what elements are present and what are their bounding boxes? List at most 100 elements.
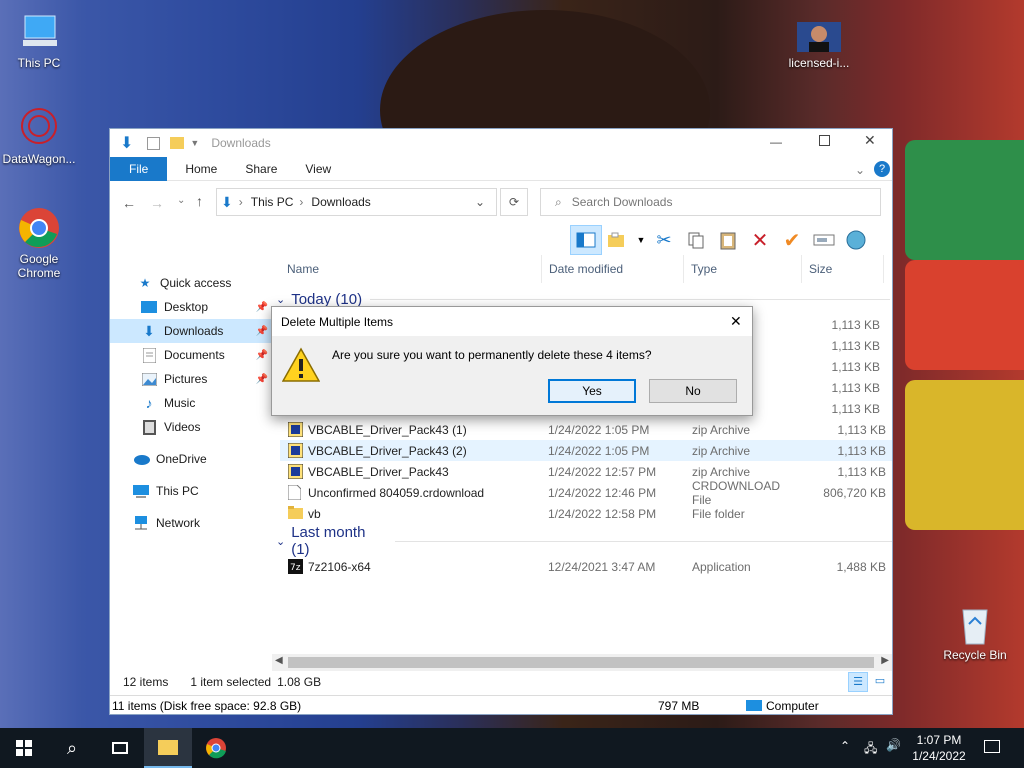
nav-label: Documents [164, 348, 225, 362]
new-item-dropdown-icon[interactable]: ▼ [634, 225, 648, 255]
network-tray-icon[interactable]: 🖧 [864, 739, 877, 760]
horizontal-scrollbar[interactable]: ◀ ▶ [272, 654, 892, 671]
zip-archive-icon [287, 421, 304, 438]
file-type: File folder [692, 506, 745, 521]
up-icon[interactable]: ↑ [196, 193, 203, 209]
back-icon[interactable]: ← [122, 195, 136, 211]
new-folder-icon[interactable] [170, 137, 185, 149]
pin-icon[interactable]: 📌 [256, 374, 268, 385]
breadcrumb-downloads[interactable]: Downloads [311, 195, 370, 209]
breadcrumb-separator: › [299, 195, 304, 209]
nav-label: This PC [156, 484, 199, 498]
nav-music[interactable]: ♪ Music [110, 391, 272, 415]
properties-icon[interactable] [147, 136, 161, 150]
yes-button[interactable]: Yes [548, 379, 636, 403]
preview-pane-icon[interactable] [570, 225, 602, 255]
refresh-button[interactable]: ⟳ [500, 188, 528, 216]
nav-pictures[interactable]: Pictures 📌 [110, 367, 272, 391]
taskbar-chrome[interactable] [192, 728, 240, 768]
scrollbar-thumb[interactable] [288, 657, 874, 668]
file-name: VBCABLE_Driver_Pack43 [308, 464, 449, 479]
desktop-icon-licensed-image[interactable]: licensed-i... [782, 20, 856, 70]
breadcrumb-this-pc[interactable]: This PC [251, 195, 294, 209]
nav-label: Music [164, 396, 196, 410]
details-bar: 11 items (Disk free space: 92.8 GB) 797 … [110, 695, 892, 715]
clock[interactable]: 1:07 PM 1/24/2022 [906, 732, 972, 764]
quick-access-download-icon[interactable]: ⬇ [120, 133, 133, 153]
notifications-icon[interactable] [984, 740, 1000, 753]
new-item-icon[interactable] [602, 225, 634, 255]
no-button[interactable]: No [649, 379, 737, 403]
ribbon-tabs: File Home Share View ⌄ ? [110, 156, 892, 181]
file-row[interactable]: VBCABLE_Driver_Pack43 (2) 1/24/2022 1:05… [280, 440, 892, 461]
desktop-icon-datawagon[interactable]: DataWagon... [2, 106, 76, 166]
tab-file[interactable]: File [110, 156, 168, 181]
column-name[interactable]: Name [280, 255, 542, 283]
pin-icon[interactable]: 📌 [256, 350, 268, 361]
nav-network[interactable]: Network [110, 511, 272, 535]
column-type[interactable]: Type [684, 255, 802, 283]
search-button[interactable]: ⌕ [48, 728, 96, 768]
music-icon: ♪ [145, 395, 153, 411]
column-size[interactable]: Size [802, 255, 884, 283]
cut-icon[interactable]: ✂ [648, 225, 680, 255]
tab-view[interactable]: View [291, 157, 345, 181]
file-row[interactable]: VBCABLE_Driver_Pack43 (1) 1/24/2022 1:05… [280, 419, 892, 440]
chevron-down-icon: ⌄ [276, 293, 286, 306]
paste-icon[interactable] [712, 225, 744, 255]
start-button[interactable] [0, 728, 48, 768]
taskbar-file-explorer[interactable] [144, 728, 192, 768]
desktop-icon-recycle-bin[interactable]: Recycle Bin [938, 602, 1012, 662]
rename-field-icon[interactable] [808, 225, 840, 255]
delete-icon[interactable]: ✕ [744, 225, 776, 255]
scroll-left-icon[interactable]: ◀ [275, 655, 283, 666]
expand-ribbon-icon[interactable]: ⌄ [855, 163, 865, 177]
download-folder-icon: ⬇ [221, 193, 233, 210]
file-row[interactable]: VBCABLE_Driver_Pack43 1/24/2022 12:57 PM… [280, 461, 892, 482]
nav-videos[interactable]: Videos [110, 415, 272, 439]
free-space: 797 MB [658, 699, 700, 713]
rename-check-icon[interactable]: ✔ [776, 225, 808, 255]
address-bar[interactable]: ⬇ › This PC › Downloads ⌄ [216, 188, 497, 216]
desktop-icon-chrome[interactable]: Google Chrome [2, 206, 76, 280]
nav-quick-access[interactable]: ★ Quick access [110, 271, 272, 295]
group-label: Last month (1) [291, 524, 366, 558]
nav-desktop[interactable]: Desktop 📌 [110, 295, 272, 319]
dialog-close-button[interactable]: ✕ [730, 313, 742, 330]
customize-dropdown-icon[interactable]: ▼ [190, 138, 199, 148]
file-row[interactable]: Unconfirmed 804059.crdownload 1/24/2022 … [280, 479, 892, 507]
group-last-month[interactable]: ⌄ Last month (1) [276, 524, 892, 558]
tab-home[interactable]: Home [171, 157, 231, 181]
copy-icon[interactable] [680, 225, 712, 255]
scroll-right-icon[interactable]: ▶ [881, 655, 889, 666]
desktop-icon-this-pc[interactable]: This PC [2, 10, 76, 70]
disk-info: 11 items (Disk free space: 92.8 GB) [112, 698, 302, 713]
task-view-button[interactable] [96, 728, 144, 768]
help-icon[interactable]: ? [874, 161, 890, 177]
file-date: 1/24/2022 12:46 PM [548, 485, 657, 500]
minimize-button[interactable]: — [770, 135, 782, 149]
globe-icon[interactable] [840, 225, 872, 255]
recent-locations-icon[interactable]: ⌄ [177, 195, 185, 206]
column-date-modified[interactable]: Date modified [542, 255, 684, 283]
volume-icon[interactable]: 🔊 [886, 738, 901, 752]
nav-downloads[interactable]: ⬇ Downloads 📌 [110, 319, 272, 343]
details-view-icon[interactable]: ☰ [848, 672, 868, 692]
maximize-button[interactable] [819, 135, 830, 146]
nav-onedrive[interactable]: OneDrive [110, 447, 272, 471]
tray-overflow-icon[interactable]: ⌃ [840, 739, 850, 753]
desktop-icon-label: This PC [17, 56, 61, 70]
pin-icon[interactable]: 📌 [256, 326, 268, 337]
forward-icon[interactable]: → [150, 195, 164, 211]
tab-share[interactable]: Share [231, 157, 291, 181]
large-icons-view-icon[interactable]: ▭ [870, 672, 890, 692]
nav-documents[interactable]: Documents 📌 [110, 343, 272, 367]
file-row[interactable]: 7z 7z2106-x64 12/24/2021 3:47 AM Applicat… [280, 556, 892, 577]
nav-this-pc[interactable]: This PC [110, 479, 272, 503]
close-button[interactable]: ✕ [864, 132, 876, 149]
address-dropdown-icon[interactable]: ⌄ [475, 195, 485, 209]
pin-icon[interactable]: 📌 [256, 302, 268, 313]
file-row[interactable]: vb 1/24/2022 12:58 PM File folder [280, 503, 892, 524]
search-input[interactable]: ⌕ Search Downloads [540, 188, 881, 216]
search-icon: ⌕ [66, 737, 78, 758]
